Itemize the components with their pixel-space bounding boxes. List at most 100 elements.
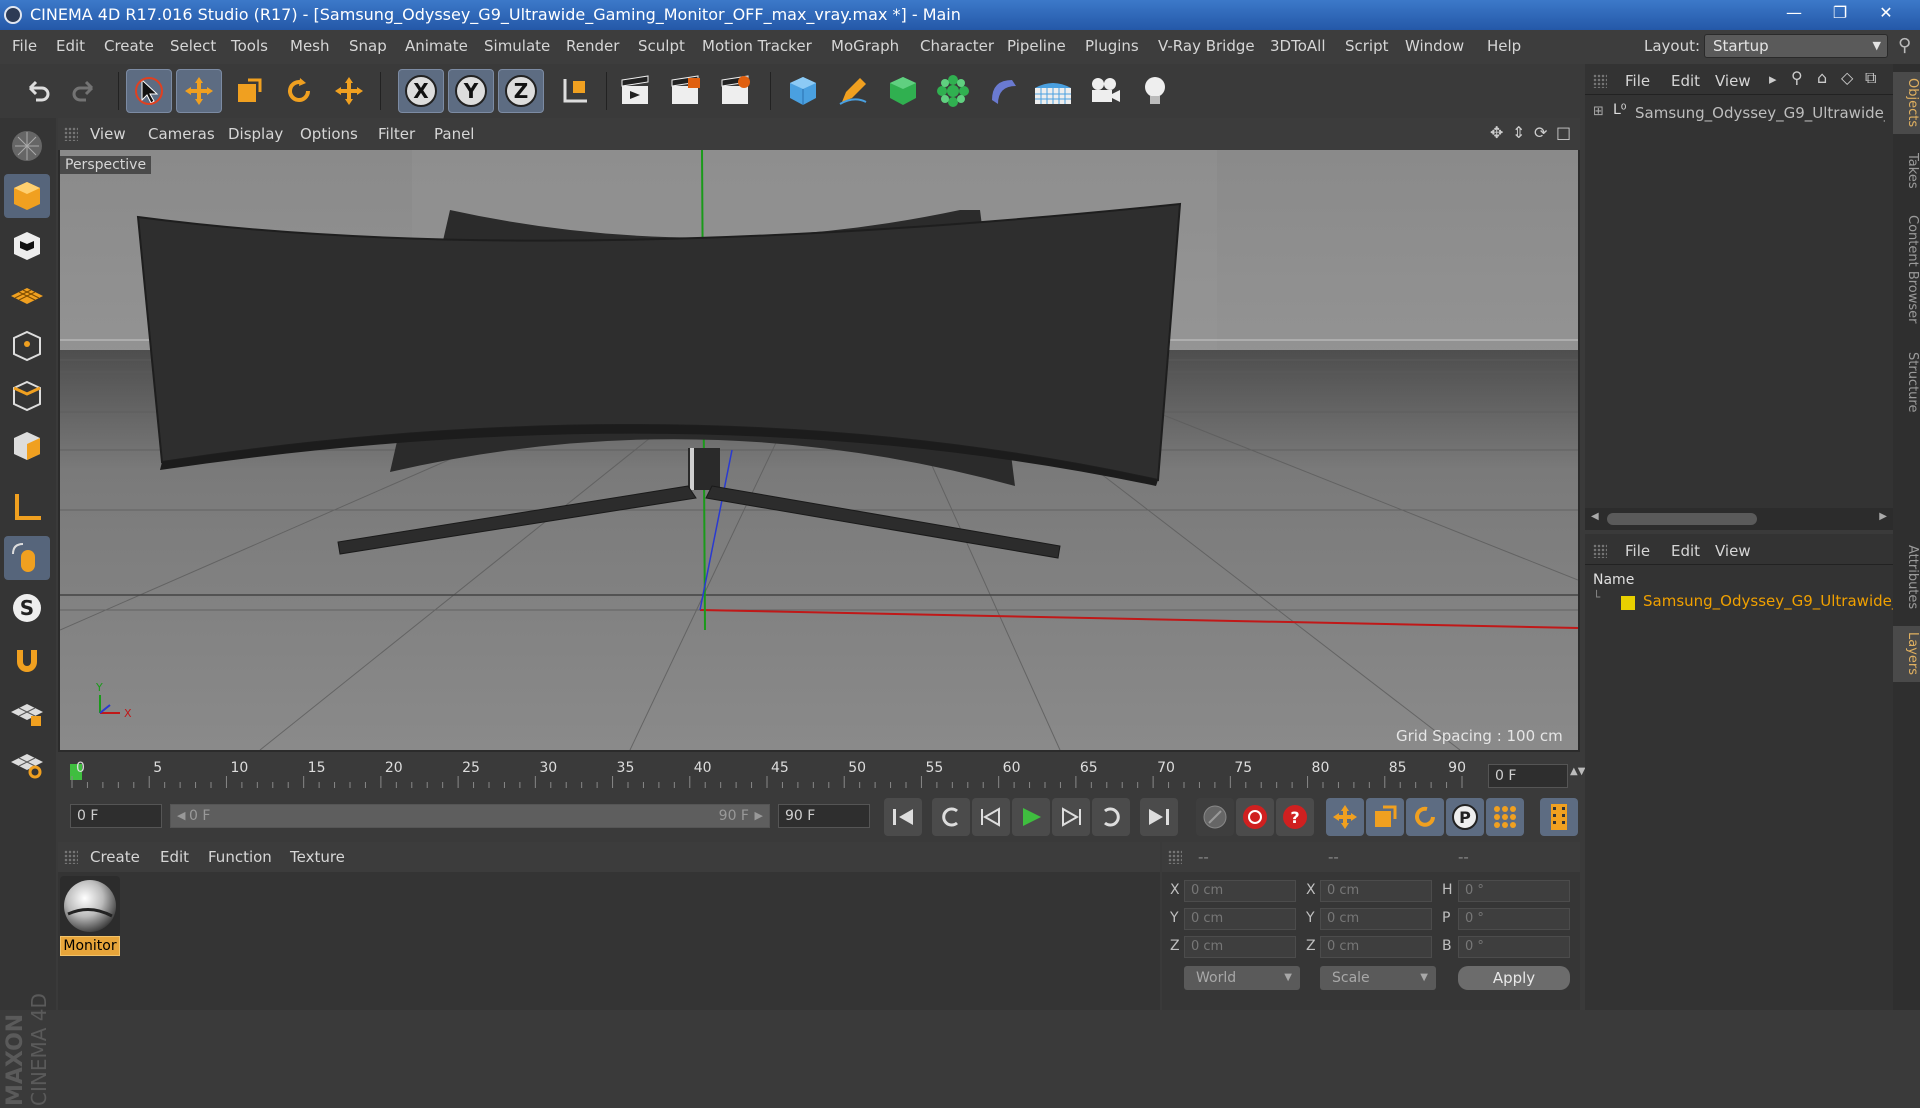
menu-snap[interactable]: Snap bbox=[349, 37, 387, 55]
pos-x-field[interactable]: 0 cm bbox=[1184, 880, 1296, 902]
object-item[interactable]: Samsung_Odyssey_G9_Ultrawide_Gaming_Moni… bbox=[1635, 104, 1885, 122]
record-active-objects-button[interactable] bbox=[1196, 798, 1234, 836]
menu-overflow-arrow-icon[interactable]: ▸ bbox=[1769, 70, 1777, 88]
undo-button[interactable] bbox=[14, 69, 60, 113]
texture-mode-button[interactable] bbox=[4, 224, 50, 268]
size-z-field[interactable]: 0 cm bbox=[1320, 936, 1432, 958]
workplane-mode-button[interactable] bbox=[4, 274, 50, 318]
menu-create[interactable]: Create bbox=[104, 37, 154, 55]
render-view-button[interactable] bbox=[612, 69, 658, 113]
rot-b-field[interactable]: 0 ° bbox=[1458, 936, 1570, 958]
minimize-button[interactable]: — bbox=[1772, 1, 1816, 25]
menu-3dtoall[interactable]: 3DToAll bbox=[1270, 37, 1325, 55]
horizontal-scrollbar[interactable]: ◀ ▶ bbox=[1585, 508, 1893, 530]
object-menu-edit[interactable]: Edit bbox=[1671, 72, 1700, 90]
rot-h-field[interactable]: 0 ° bbox=[1458, 880, 1570, 902]
restore-button[interactable]: ❐ bbox=[1818, 1, 1862, 25]
menu-animate[interactable]: Animate bbox=[405, 37, 468, 55]
record-scale-button[interactable] bbox=[1366, 798, 1404, 836]
timeline-ruler[interactable]: 0 5 10 15 20 25 30 35 40 45 50 55 60 65 70 75 80 85 90 bbox=[70, 756, 1470, 790]
menu-vray-bridge[interactable]: V-Ray Bridge bbox=[1158, 37, 1255, 55]
render-settings-button[interactable] bbox=[712, 69, 758, 113]
search-icon[interactable]: ⚲ bbox=[1898, 35, 1911, 56]
add-pen-spline-button[interactable] bbox=[830, 69, 876, 113]
layout-dropdown[interactable]: Startup ▼ bbox=[1704, 34, 1888, 58]
rotate-tool-button[interactable] bbox=[276, 69, 322, 113]
tree-expand-icon[interactable]: ⊞ bbox=[1593, 104, 1604, 119]
material-menu-create[interactable]: Create bbox=[90, 848, 140, 866]
menu-render[interactable]: Render bbox=[566, 37, 619, 55]
maximize-view-icon[interactable]: □ bbox=[1556, 123, 1571, 142]
start-frame-field[interactable]: 0 F bbox=[70, 804, 162, 828]
add-floor-button[interactable] bbox=[1030, 69, 1076, 113]
add-subdivision-surface-button[interactable] bbox=[880, 69, 926, 113]
tweak-mode-button[interactable] bbox=[4, 536, 50, 580]
menu-motion-tracker[interactable]: Motion Tracker bbox=[702, 37, 812, 55]
points-mode-button[interactable] bbox=[4, 324, 50, 368]
size-x-field[interactable]: 0 cm bbox=[1320, 880, 1432, 902]
add-light-button[interactable] bbox=[1132, 69, 1178, 113]
material-name[interactable]: Monitor bbox=[60, 936, 120, 956]
previous-key-button[interactable] bbox=[932, 798, 970, 836]
tab-layers[interactable]: Layers bbox=[1893, 626, 1920, 682]
menu-mesh[interactable]: Mesh bbox=[290, 37, 330, 55]
scrollbar-thumb[interactable] bbox=[1607, 513, 1757, 525]
tab-content-browser[interactable]: Content Browser bbox=[1893, 204, 1920, 334]
next-frame-button[interactable] bbox=[1052, 798, 1090, 836]
record-position-button[interactable] bbox=[1326, 798, 1364, 836]
move-tool-button[interactable] bbox=[176, 69, 222, 113]
viewport-menu-cameras[interactable]: Cameras bbox=[148, 125, 215, 143]
next-key-button[interactable] bbox=[1092, 798, 1130, 836]
object-menu-file[interactable]: File bbox=[1625, 72, 1650, 90]
viewport-menu-panel[interactable]: Panel bbox=[434, 125, 474, 143]
go-to-end-button[interactable] bbox=[1140, 798, 1178, 836]
previous-frame-button[interactable] bbox=[972, 798, 1010, 836]
tab-structure[interactable]: Structure bbox=[1893, 340, 1920, 424]
close-button[interactable]: ✕ bbox=[1864, 1, 1908, 25]
frame-range-slider[interactable]: ◀ 0 F 90 F ▶ bbox=[170, 804, 770, 828]
menu-edit[interactable]: Edit bbox=[56, 37, 85, 55]
z-axis-lock-button[interactable]: Z bbox=[498, 69, 544, 113]
menu-plugins[interactable]: Plugins bbox=[1085, 37, 1139, 55]
rotate-view-icon[interactable]: ⟳ bbox=[1534, 123, 1547, 142]
scale-tool-button[interactable] bbox=[226, 69, 272, 113]
live-selection-button[interactable] bbox=[326, 69, 372, 113]
tab-attributes[interactable]: Attributes bbox=[1893, 532, 1920, 622]
scale-mode-dropdown[interactable]: Scale ▼ bbox=[1320, 966, 1436, 990]
rot-p-field[interactable]: 0 ° bbox=[1458, 908, 1570, 930]
make-editable-button[interactable] bbox=[4, 124, 50, 168]
viewport-menu-filter[interactable]: Filter bbox=[378, 125, 415, 143]
polygons-mode-button[interactable] bbox=[4, 424, 50, 468]
go-to-start-button[interactable] bbox=[884, 798, 922, 836]
menu-tools[interactable]: Tools bbox=[231, 37, 268, 55]
layer-filter-icon[interactable]: ◇ bbox=[1841, 68, 1853, 87]
layer-item[interactable]: Samsung_Odyssey_G9_Ultrawide_Gaming_Moni… bbox=[1643, 592, 1920, 610]
material-menu-texture[interactable]: Texture bbox=[290, 848, 345, 866]
current-frame-field[interactable]: 0 F bbox=[1488, 764, 1568, 788]
add-camera-button[interactable] bbox=[1082, 69, 1128, 113]
keyframe-selection-button[interactable]: ? bbox=[1276, 798, 1314, 836]
menu-file[interactable]: File bbox=[12, 37, 37, 55]
snap-button[interactable] bbox=[4, 638, 50, 682]
axis-mode-button[interactable] bbox=[4, 486, 50, 530]
layer-menu-file[interactable]: File bbox=[1625, 542, 1650, 560]
timeline[interactable]: 0 5 10 15 20 25 30 35 40 45 50 55 60 65 70 75 80 85 90 0 F… bbox=[58, 752, 1585, 792]
add-mograph-cloner-button[interactable] bbox=[930, 69, 976, 113]
layer-color-swatch[interactable] bbox=[1621, 596, 1635, 610]
layer-menu-edit[interactable]: Edit bbox=[1671, 542, 1700, 560]
edges-mode-button[interactable] bbox=[4, 374, 50, 418]
pos-y-field[interactable]: 0 cm bbox=[1184, 908, 1296, 930]
timeline-window-button[interactable] bbox=[1540, 798, 1578, 836]
render-to-picture-viewer-button[interactable] bbox=[662, 69, 708, 113]
menu-sculpt[interactable]: Sculpt bbox=[638, 37, 685, 55]
material-menu-function[interactable]: Function bbox=[208, 848, 272, 866]
stepper-arrows-icon[interactable]: ▲▼ bbox=[1570, 766, 1585, 777]
play-button[interactable] bbox=[1012, 798, 1050, 836]
menu-select[interactable]: Select bbox=[170, 37, 216, 55]
record-parameter-button[interactable]: P bbox=[1446, 798, 1484, 836]
pan-view-icon[interactable]: ✥ bbox=[1490, 123, 1503, 142]
add-deformer-button[interactable] bbox=[980, 69, 1026, 113]
object-menu-view[interactable]: View bbox=[1715, 72, 1751, 90]
scroll-right-arrow-icon[interactable]: ▶ bbox=[1879, 511, 1887, 522]
home-icon[interactable]: ⌂ bbox=[1817, 68, 1827, 87]
